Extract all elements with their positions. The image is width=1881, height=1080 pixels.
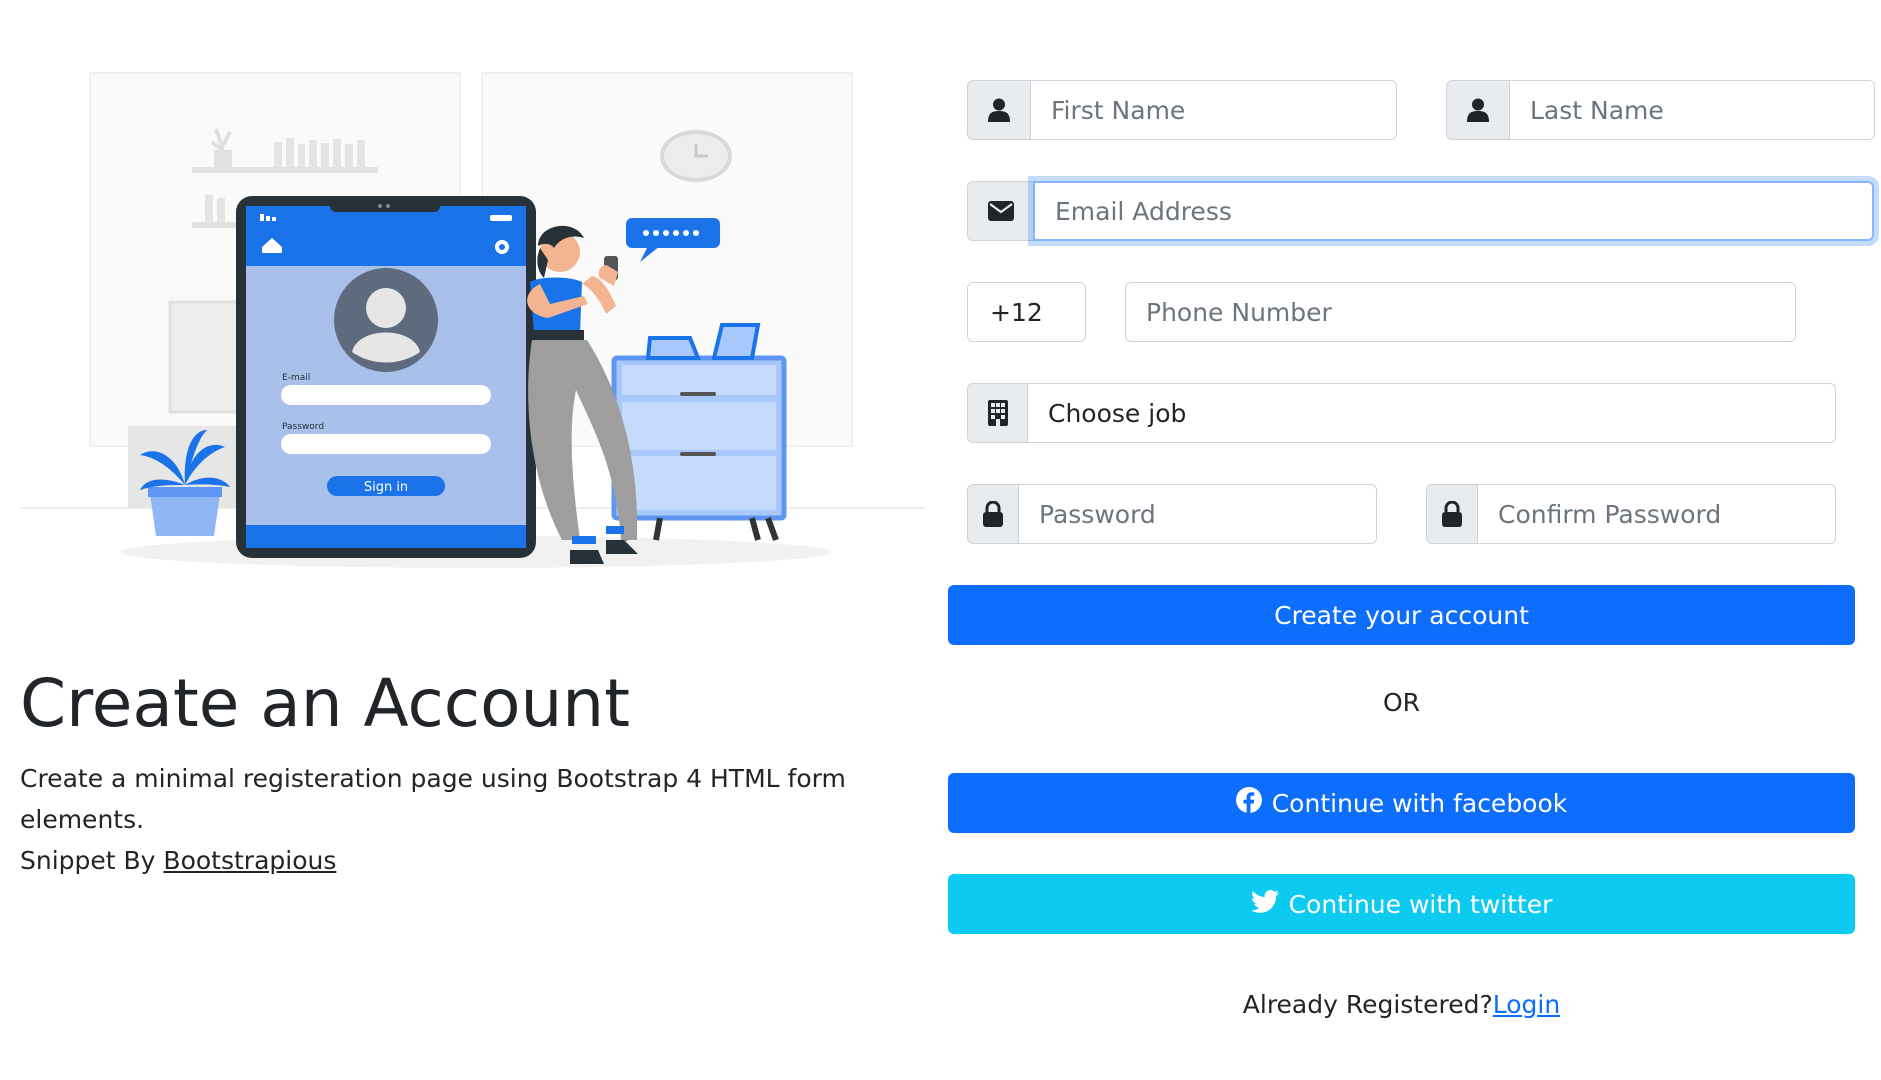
phone-code-group: +12 [967, 282, 1086, 342]
login-link[interactable]: Login [1493, 990, 1560, 1019]
lock-icon [967, 484, 1018, 544]
phone-signin-label: Sign in [364, 480, 408, 495]
user-icon [1446, 80, 1509, 140]
job-selected-value: Choose job [1048, 398, 1187, 428]
first-name-input[interactable] [1030, 80, 1397, 140]
hero-illustration: E-mail Password Sign in [20, 72, 925, 568]
lock-icon [1426, 484, 1477, 544]
phone-number-input[interactable] [1125, 282, 1796, 342]
last-name-group [1446, 80, 1875, 140]
twitter-button[interactable]: Continue with twitter [948, 874, 1855, 934]
job-select[interactable]: Choose job [1027, 383, 1836, 443]
credit-prefix: Snippet By [20, 846, 164, 875]
twitter-icon [1250, 889, 1279, 919]
page-description: Create a minimal registeration page usin… [20, 758, 940, 881]
email-group [967, 181, 1874, 241]
twitter-label: Continue with twitter [1288, 889, 1553, 919]
envelope-icon [967, 181, 1033, 241]
user-icon [967, 80, 1030, 140]
already-registered-text: Already Registered? [1242, 990, 1493, 1019]
facebook-button[interactable]: Continue with facebook [948, 773, 1855, 833]
phone-code-select[interactable]: +12 [967, 282, 1086, 342]
create-account-button[interactable]: Create your account [948, 585, 1855, 645]
job-group: Choose job [967, 383, 1836, 443]
login-prompt: Already Registered?Login [948, 990, 1855, 1019]
last-name-input[interactable] [1509, 80, 1875, 140]
building-icon [967, 383, 1027, 443]
phone-code-value: +12 [990, 297, 1043, 327]
password-group [967, 484, 1377, 544]
bootstrapious-link[interactable]: Bootstrapious [163, 846, 336, 875]
description-text: Create a minimal registeration page usin… [20, 764, 846, 834]
phone-password-label: Password [282, 422, 324, 432]
confirm-password-input[interactable] [1477, 484, 1836, 544]
password-input[interactable] [1018, 484, 1377, 544]
first-name-group [967, 80, 1397, 140]
create-account-label: Create your account [1274, 600, 1529, 630]
facebook-icon [1235, 787, 1262, 819]
page-title: Create an Account [20, 665, 631, 742]
facebook-label: Continue with facebook [1271, 788, 1568, 818]
confirm-password-group [1426, 484, 1836, 544]
phone-email-label: E-mail [282, 373, 310, 383]
or-divider: OR [1382, 688, 1421, 717]
phone-number-group [1125, 282, 1796, 342]
email-input[interactable] [1033, 181, 1874, 241]
